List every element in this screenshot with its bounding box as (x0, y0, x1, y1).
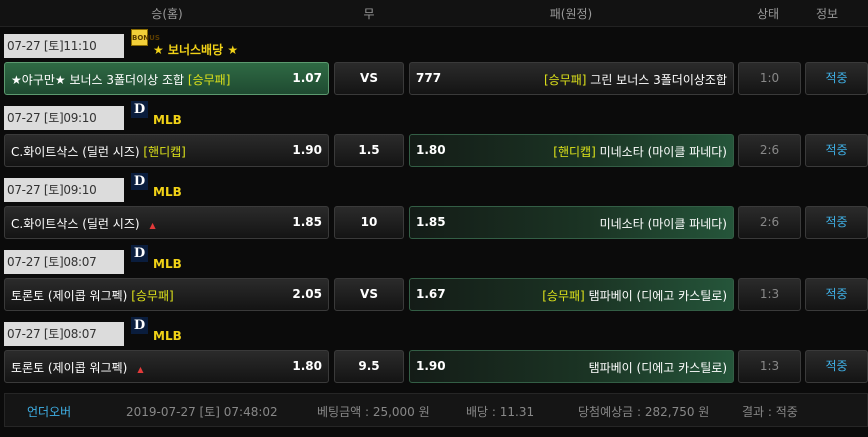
bet-summary-bar: 언더오버 2019-07-27 [토] 07:48:02 베팅금액 : 25,0… (4, 393, 868, 427)
bet-type-tag: [승무패] (187, 73, 231, 87)
home-bet-button[interactable]: ★야구만★ 보너스 3폴더이상 조합 [승무패] 1.07 (4, 62, 329, 95)
match-group: 07-27 [토]09:10 D MLB C.화이트삭스 (딜런 시즈) ▲ 1.… (0, 170, 868, 242)
mlb-logo-icon: D (131, 101, 148, 118)
away-team-name: [승무패] 탬파베이 (디에고 카스틸로) (542, 289, 727, 303)
home-bet-button[interactable]: C.화이트삭스 (딜런 시즈) ▲ 1.85 (4, 206, 329, 239)
home-odds: 2.05 (292, 287, 322, 301)
match-date: 07-27 [토]08:07 (4, 250, 124, 274)
bet-type-tag: [승무패] (543, 73, 587, 87)
match-group: 07-27 [토]08:07 D MLB 토론토 (제이콥 워그펙) [승무패]… (0, 242, 868, 314)
handicap-value[interactable]: 1.5 (334, 134, 404, 167)
home-team-name: 토론토 (제이콥 워그펙) [승무패] (11, 289, 174, 303)
away-odds: 777 (416, 71, 442, 85)
total-rate: 배당 : 11.31 (466, 405, 535, 419)
away-team-name: 미네소타 (마이클 파네다) (599, 217, 727, 231)
league-name: MLB (153, 113, 182, 127)
away-odds: 1.85 (416, 215, 446, 229)
bet-type-tag: [승무패] (131, 289, 174, 303)
home-odds: 1.80 (292, 359, 322, 373)
home-bet-button[interactable]: 토론토 (제이콥 워그펙) ▲ 1.80 (4, 350, 329, 383)
draw-bet-button[interactable]: VS (334, 62, 404, 95)
match-date: 07-27 [토]09:10 (4, 178, 124, 202)
home-odds: 1.90 (292, 143, 322, 157)
match-date: 07-27 [토]08:07 (4, 322, 124, 346)
result-info-button[interactable]: 적중 (805, 278, 868, 311)
home-team-name: ★야구만★ 보너스 3폴더이상 조합 [승무패] (11, 73, 231, 87)
bet-result: 결과 : 적중 (742, 405, 798, 419)
home-bet-button[interactable]: C.화이트삭스 (딜런 시즈) [핸디캡] 1.90 (4, 134, 329, 167)
result-info-button[interactable]: 적중 (805, 206, 868, 239)
away-bet-button[interactable]: 1.85 미네소타 (마이클 파네다) (409, 206, 734, 239)
match-status: 1:0 (738, 62, 801, 95)
away-bet-button[interactable]: 1.90 탬파베이 (디에고 카스틸로) (409, 350, 734, 383)
away-team-name: [승무패] 그린 보너스 3폴더이상조합 (543, 73, 727, 87)
bet-amount: 베팅금액 : 25,000 원 (317, 405, 430, 419)
home-team-name: 토론토 (제이콥 워그펙) ▲ (11, 361, 144, 375)
header-info: 정보 (815, 7, 839, 21)
match-date: 07-27 [토]09:10 (4, 106, 124, 130)
league-name: MLB (153, 185, 182, 199)
header-draw: 무 (363, 7, 375, 21)
over-under-line[interactable]: 9.5 (334, 350, 404, 383)
away-odds: 1.80 (416, 143, 446, 157)
away-odds: 1.90 (416, 359, 446, 373)
away-team-name: [핸디캡] 미네소타 (마이클 파네다) (553, 145, 727, 159)
home-team-name: C.화이트삭스 (딜런 시즈) ▲ (11, 217, 156, 231)
match-group: 07-27 [토]11:10 BONUS ★ 보너스배당 ★ ★야구만★ 보너스… (0, 26, 868, 98)
match-status: 2:6 (738, 206, 801, 239)
home-odds: 1.85 (292, 215, 322, 229)
header-home: 승(홈) (151, 7, 183, 21)
league-name: MLB (153, 257, 182, 271)
down-arrow-icon: ▲ (137, 365, 144, 374)
away-bet-button[interactable]: 1.80 [핸디캡] 미네소타 (마이클 파네다) (409, 134, 734, 167)
match-group: 07-27 [토]08:07 D MLB 토론토 (제이콥 워그펙) ▲ 1.80… (0, 314, 868, 386)
match-status: 1:3 (738, 278, 801, 311)
bet-category: 언더오버 (27, 405, 72, 419)
league-name: MLB (153, 329, 182, 343)
away-bet-button[interactable]: 1.67 [승무패] 탬파베이 (디에고 카스틸로) (409, 278, 734, 311)
result-info-button[interactable]: 적중 (805, 62, 868, 95)
draw-bet-button[interactable]: VS (334, 278, 404, 311)
header-status: 상태 (756, 7, 780, 21)
match-date: 07-27 [토]11:10 (4, 34, 124, 58)
mlb-logo-icon: D (131, 317, 148, 334)
bet-type-tag: [핸디캡] (143, 145, 186, 159)
home-odds: 1.07 (292, 71, 322, 85)
league-name: ★ 보너스배당 ★ (153, 43, 239, 57)
mlb-logo-icon: D (131, 173, 148, 190)
away-team-name: 탬파베이 (디에고 카스틸로) (588, 361, 727, 375)
expected-payout: 당첨예상금 : 282,750 원 (578, 405, 710, 419)
down-arrow-icon: ▲ (149, 221, 156, 230)
result-info-button[interactable]: 적중 (805, 134, 868, 167)
home-bet-button[interactable]: 토론토 (제이콥 워그펙) [승무패] 2.05 (4, 278, 329, 311)
match-group: 07-27 [토]09:10 D MLB C.화이트삭스 (딜런 시즈) [핸디… (0, 98, 868, 170)
match-status: 1:3 (738, 350, 801, 383)
result-info-button[interactable]: 적중 (805, 350, 868, 383)
bet-type-tag: [승무패] (542, 289, 585, 303)
bet-datetime: 2019-07-27 [토] 07:48:02 (126, 405, 278, 419)
over-under-line[interactable]: 10 (334, 206, 404, 239)
away-odds: 1.67 (416, 287, 446, 301)
header-away: 패(원정) (549, 7, 593, 21)
bonus-badge-icon: BONUS (131, 29, 160, 46)
bet-type-tag: [핸디캡] (553, 145, 596, 159)
away-bet-button[interactable]: 777 [승무패] 그린 보너스 3폴더이상조합 (409, 62, 734, 95)
home-team-name: C.화이트삭스 (딜런 시즈) [핸디캡] (11, 145, 186, 159)
column-header: 승(홈) 무 패(원정) 상태 정보 (0, 0, 868, 27)
match-status: 2:6 (738, 134, 801, 167)
mlb-logo-icon: D (131, 245, 148, 262)
